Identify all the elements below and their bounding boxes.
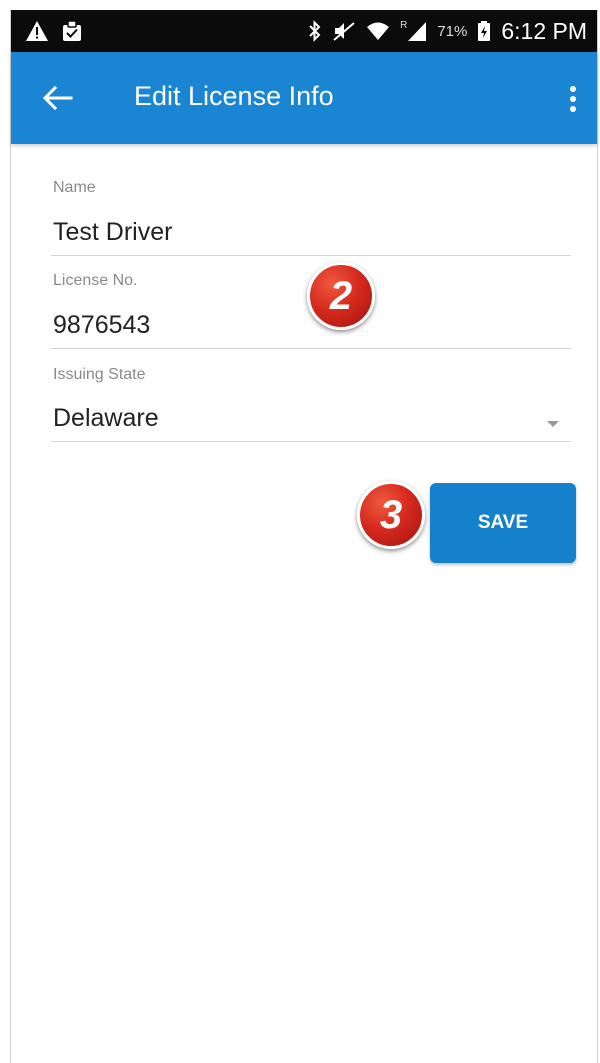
more-vert-icon[interactable] (561, 84, 585, 114)
step-2-badge: 2 (307, 262, 375, 330)
clipboard-icon (63, 20, 81, 41)
license-underline (51, 348, 571, 349)
state-label: Issuing State (53, 366, 146, 383)
app-bar: Edit License Info (11, 52, 597, 144)
bluetooth-icon (309, 20, 321, 42)
dropdown-arrow-icon[interactable] (547, 421, 559, 427)
state-underline (51, 441, 571, 442)
state-select[interactable]: Delaware (53, 404, 159, 433)
app-screen: R 71% 6:12 PM Edit License Info Name Tes… (10, 10, 598, 1063)
name-input[interactable]: Test Driver (53, 218, 172, 247)
warning-icon (26, 21, 48, 41)
save-button[interactable]: SAVE (430, 483, 576, 563)
roaming-indicator: R (400, 19, 408, 31)
license-input[interactable]: 9876543 (53, 311, 150, 340)
mute-icon (333, 22, 355, 41)
license-label: License No. (53, 272, 138, 289)
battery-percent: 71% (437, 22, 468, 40)
back-arrow-icon[interactable] (41, 84, 73, 112)
signal-icon (408, 22, 427, 41)
clock: 6:12 PM (501, 17, 587, 44)
step-3-badge: 3 (357, 481, 425, 549)
name-label: Name (53, 179, 96, 196)
name-underline (51, 255, 571, 256)
status-bar: R 71% 6:12 PM (11, 10, 597, 52)
wifi-icon (367, 22, 390, 40)
battery-charging-icon (478, 21, 491, 41)
page-title: Edit License Info (134, 81, 334, 111)
